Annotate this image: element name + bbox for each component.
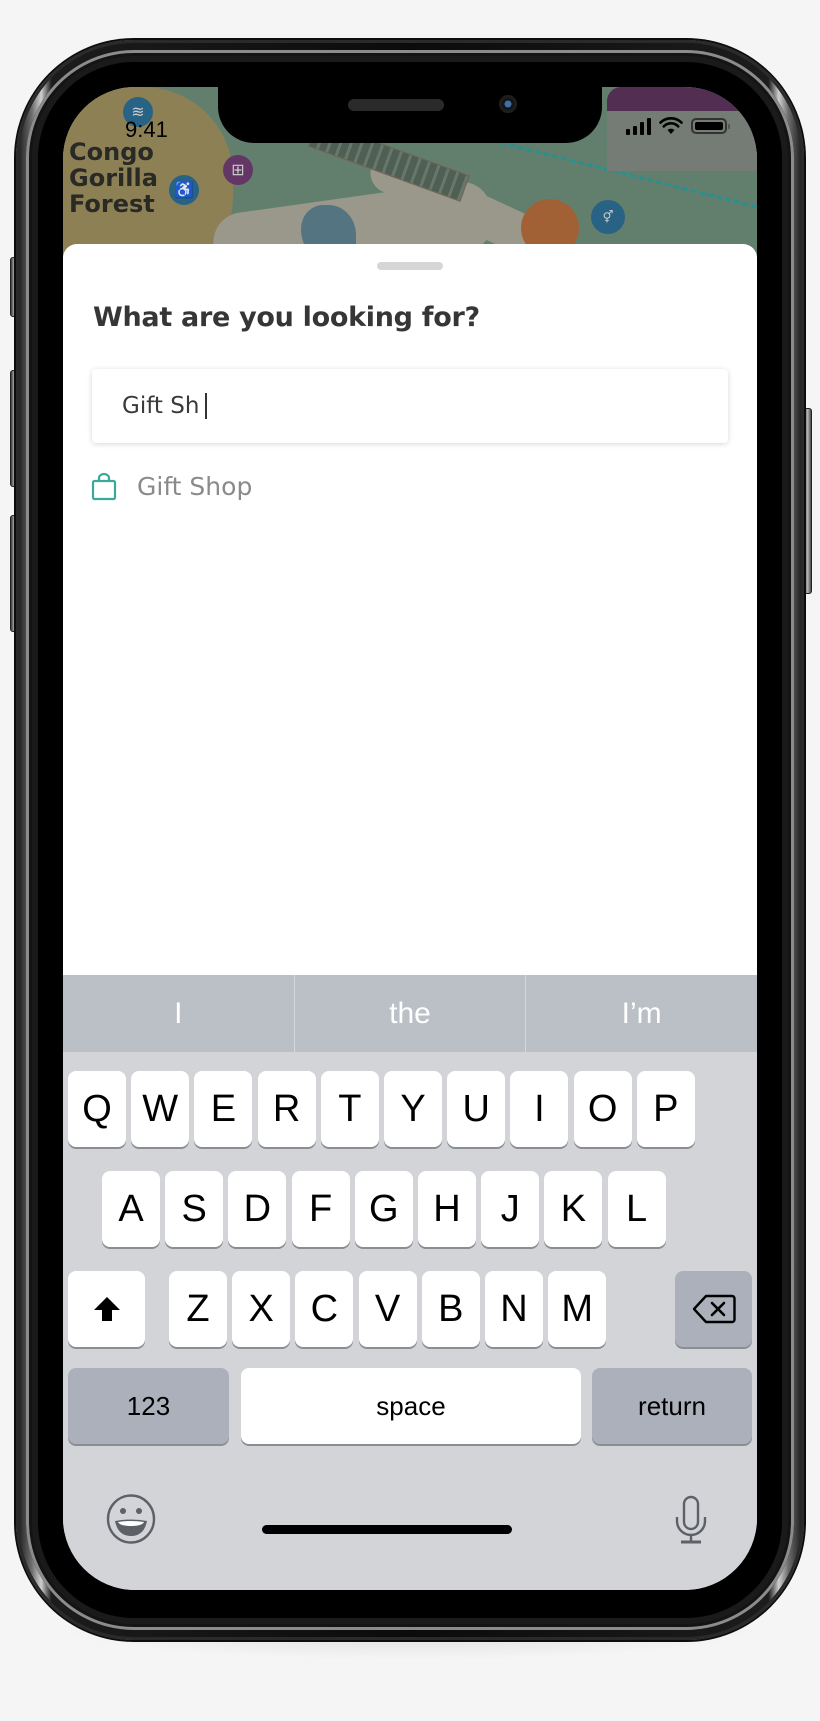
key-u[interactable]: U (447, 1071, 506, 1147)
key-y[interactable]: Y (384, 1071, 442, 1147)
key-a[interactable]: A (102, 1171, 160, 1247)
suggestion-item[interactable]: Gift Shop (91, 472, 252, 501)
cellular-signal-icon (626, 117, 651, 135)
power-button (803, 408, 812, 594)
earpiece-speaker (348, 99, 444, 111)
text-caret (205, 393, 208, 419)
key-c[interactable]: C (295, 1271, 354, 1347)
return-key[interactable]: return (592, 1368, 752, 1444)
key-w[interactable]: W (131, 1071, 190, 1147)
key-h[interactable]: H (418, 1171, 476, 1247)
status-icons (626, 117, 730, 135)
shopping-bag-icon (91, 472, 117, 500)
key-s[interactable]: S (165, 1171, 224, 1247)
key-t[interactable]: T (320, 1071, 379, 1147)
suggestion-label: Gift Shop (137, 472, 253, 501)
keyboard: I the I’m QWERTYUIOP ASDFGHJKL ZXCVBNM 1… (63, 975, 757, 1590)
microphone-icon[interactable] (673, 1495, 709, 1545)
key-v[interactable]: V (358, 1271, 417, 1347)
screen: Congo Gorilla Forest ≋ ♿ ⊞ ⚥ 9:41 What a… (63, 87, 757, 1590)
notch (218, 87, 602, 143)
home-indicator[interactable] (262, 1525, 512, 1534)
prediction-item[interactable]: I’m (526, 975, 757, 1052)
status-time: 9:41 (125, 117, 168, 142)
key-f[interactable]: F (291, 1171, 350, 1247)
key-z[interactable]: Z (169, 1271, 227, 1347)
prediction-item[interactable]: I (63, 975, 295, 1052)
key-o[interactable]: O (573, 1071, 632, 1147)
key-k[interactable]: K (544, 1171, 603, 1247)
search-sheet: What are you looking for? Gift Sh Gift S… (63, 244, 757, 994)
battery-icon (691, 118, 730, 134)
key-row-3: ZXCVBNM (63, 1271, 757, 1349)
wifi-icon (659, 117, 683, 134)
emoji-icon[interactable] (106, 1494, 156, 1544)
numbers-key[interactable]: 123 (68, 1368, 229, 1444)
delete-icon (692, 1294, 736, 1324)
key-j[interactable]: J (481, 1171, 540, 1247)
delete-key[interactable] (675, 1271, 752, 1347)
key-g[interactable]: G (354, 1171, 413, 1247)
predictive-bar: I the I’m (63, 975, 757, 1052)
key-p[interactable]: P (636, 1071, 695, 1147)
shift-icon (93, 1297, 120, 1321)
prediction-item[interactable]: the (295, 975, 527, 1052)
sheet-title: What are you looking for? (93, 302, 480, 333)
search-input[interactable]: Gift Sh (92, 369, 728, 443)
key-l[interactable]: L (607, 1171, 666, 1247)
key-x[interactable]: X (232, 1271, 291, 1347)
key-b[interactable]: B (421, 1271, 480, 1347)
key-row-1: QWERTYUIOP (63, 1071, 757, 1149)
key-n[interactable]: N (485, 1271, 543, 1347)
key-row-2: ASDFGHJKL (63, 1171, 757, 1249)
space-key[interactable]: space (241, 1368, 581, 1444)
sheet-grabber-handle[interactable] (377, 262, 443, 270)
front-camera (499, 95, 517, 113)
shift-key[interactable] (68, 1271, 145, 1347)
key-r[interactable]: R (257, 1071, 316, 1147)
key-row-4: 123 space return (63, 1368, 757, 1446)
key-m[interactable]: M (548, 1271, 607, 1347)
key-i[interactable]: I (510, 1071, 569, 1147)
key-q[interactable]: Q (68, 1071, 126, 1147)
key-e[interactable]: E (194, 1071, 253, 1147)
key-d[interactable]: D (228, 1171, 287, 1247)
search-input-value: Gift Sh (122, 393, 200, 419)
